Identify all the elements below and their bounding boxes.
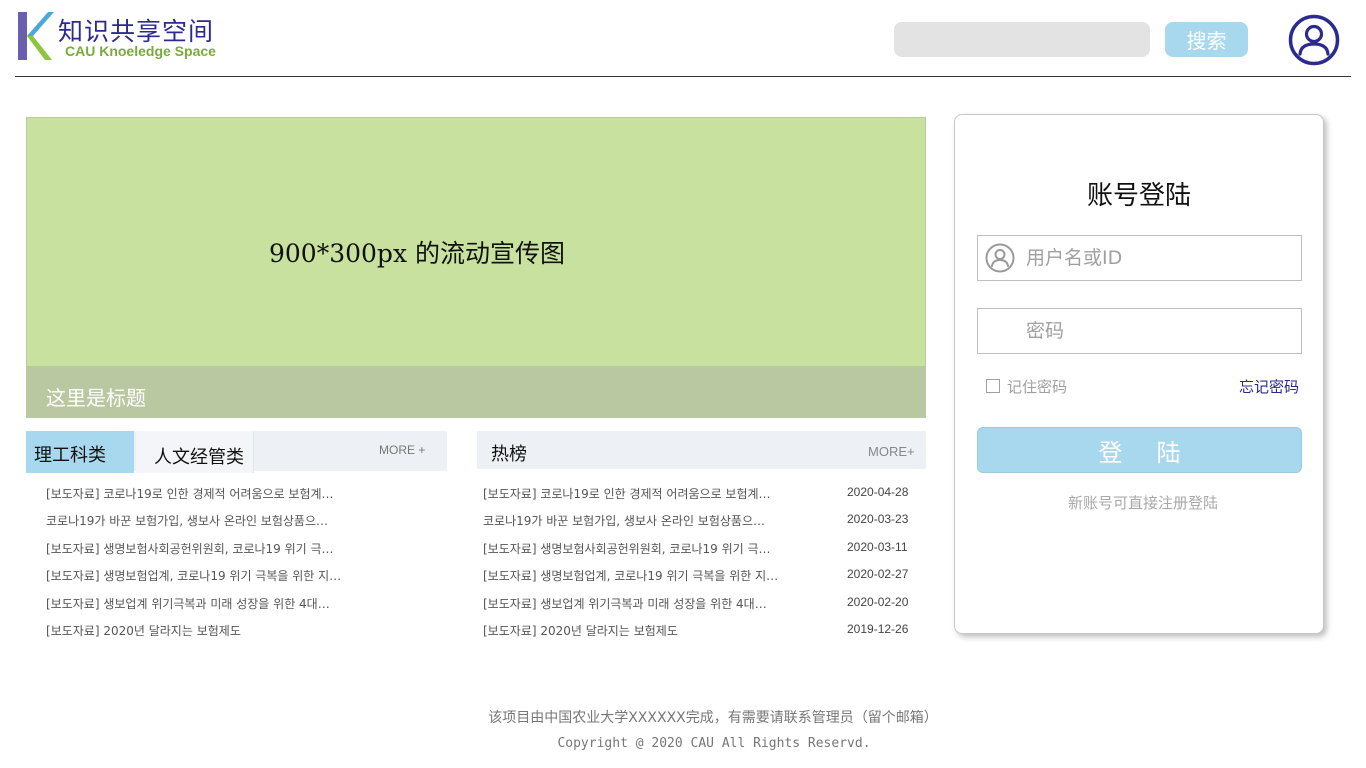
site-logo[interactable]: 知识共享空间 CAU Knoeledge Space [18,10,218,62]
list-item-date: 2020-02-20 [847,594,909,609]
list-item-title: [보도자료] 2020년 달라지는 보험제도 [46,623,241,638]
user-circle-icon[interactable] [1288,14,1340,66]
list-item[interactable]: 코로나19가 바꾼 보험가입, 생보사 온라인 보험상품으… 2020-03-23 [477,512,926,539]
forgot-password-link[interactable]: 忘记密码 [1239,376,1299,397]
list-item-title: [보도자료] 생명보험업계, 코로나19 위기 극복을 위한 지… [483,569,779,584]
category-panel: 理工科类 人文经管类 MORE + [보도자료] 코로나19로 인한 경제적 어… [26,431,447,638]
hot-list: [보도자료] 코로나19로 인한 경제적 어려움으로 보험계… 2020-04-2… [477,485,926,649]
tab-humanities[interactable]: 人文经管类 [136,431,254,473]
list-item-title: 코로나19가 바꾼 보험가입, 생보사 온라인 보험상품으… [483,514,765,529]
list-item[interactable]: [보도자료] 2020년 달라지는 보험제도 [26,622,447,649]
k-logo-icon [18,12,54,60]
search-button[interactable]: 搜索 [1165,22,1248,57]
hot-list-title: 热榜 [491,444,527,465]
list-item-title: [보도자료] 생보업계 위기극복과 미래 성장을 위한 4대… [483,596,767,611]
register-hint: 新账号可直接注册登陆 [1067,494,1218,512]
category-more-link[interactable]: MORE + [379,443,425,457]
list-item-title: [보도자료] 생명보험사회공헌위원회, 코로나19 위기 극… [483,541,771,556]
username-input[interactable] [1026,236,1296,280]
list-item-title: [보도자료] 2020년 달라지는 보험제도 [483,623,678,638]
promo-banner[interactable]: 900*300px 的流动宣传图 这里是标题 [26,117,926,418]
hot-more-link[interactable]: MORE+ [868,444,915,459]
list-item-date: 2020-04-28 [847,485,909,499]
hot-list-panel: 热榜 MORE+ [보도자료] 코로나19로 인한 경제적 어려움으로 보험계…… [477,431,926,638]
footer-note: 该项目由中国农业大学XXXXXX完成，有需要请联系管理员（留个邮箱） [488,710,938,726]
list-item-date: 2020-03-23 [847,512,909,527]
list-item-date: 2020-02-27 [847,567,909,582]
banner-placeholder-text: 900*300px 的流动宣传图 [269,239,565,268]
remember-label: 记住密码 [1007,378,1068,396]
logo-subtitle: CAU Knoeledge Space [65,43,216,59]
list-item-title: [보도자료] 코로나19로 인한 경제적 어려움으로 보험계… [46,487,334,501]
list-item-title: [보도자료] 생명보험업계, 코로나19 위기 극복을 위한 지… [46,569,342,584]
list-item-title: [보도자료] 생보업계 위기극복과 미래 성장을 위한 4대… [46,596,330,611]
list-item[interactable]: [보도자료] 생보업계 위기극복과 미래 성장을 위한 4대… [26,595,447,622]
password-field[interactable] [977,308,1302,354]
category-tabbar: 理工科类 人文经管类 MORE + [26,431,447,473]
list-item[interactable]: [보도자료] 코로나19로 인한 경제적 어려움으로 보험계… 2020-04-2… [477,485,926,512]
username-field[interactable] [977,235,1302,281]
list-item[interactable]: [보도자료] 생명보험사회공헌위원회, 코로나19 위기 극… 2020-03-1… [477,540,926,567]
list-item[interactable]: 코로나19가 바꾼 보험가입, 생보사 온라인 보험상품으… [26,512,447,539]
banner-caption: 这里是标题 [46,386,146,410]
list-item-date: 2020-03-11 [847,539,908,554]
footer-copyright: Copyright @ 2020 CAU All Rights Reservd. [557,736,871,751]
list-item-title: [보도자료] 생명보험사회공헌위원회, 코로나19 위기 극… [46,541,334,556]
banner-caption-bar: 这里是标题 [27,366,925,417]
category-list: [보도자료] 코로나19로 인한 경제적 어려움으로 보험계… 코로나19가 바… [26,485,447,649]
remember-checkbox[interactable] [986,379,1000,393]
list-item-date: 2019-12-26 [847,621,909,636]
list-item[interactable]: [보도자료] 생보업계 위기극복과 미래 성장을 위한 4대… 2020-02-2… [477,595,926,622]
site-header: 知识共享空间 CAU Knoeledge Space 搜索 [15,0,1351,77]
login-card: 账号登陆 记住密码 忘记密码 登陆 新账号可直接注册登陆 [954,114,1324,634]
password-input[interactable] [1026,309,1296,353]
tab-science[interactable]: 理工科类 [26,431,134,473]
list-item-title: [보도자료] 코로나19로 인한 경제적 어려움으로 보험계… [483,487,771,501]
list-item[interactable]: [보도자료] 2020년 달라지는 보험제도 2019-12-26 [477,622,926,649]
list-item[interactable]: [보도자료] 생명보험사회공헌위원회, 코로나19 위기 극… [26,540,447,567]
login-button[interactable]: 登陆 [977,427,1302,473]
list-item-title: 코로나19가 바꾼 보험가입, 생보사 온라인 보험상품으… [46,514,328,529]
user-circle-icon [985,243,1015,273]
list-item[interactable]: [보도자료] 생명보험업계, 코로나19 위기 극복을 위한 지… 2020-02… [477,567,926,594]
remember-password[interactable]: 记住密码 [986,376,1067,397]
hot-list-header: 热榜 MORE+ [477,431,926,469]
search-input[interactable] [894,22,1150,57]
login-title: 账号登陆 [1086,181,1191,211]
list-item[interactable]: [보도자료] 코로나19로 인한 경제적 어려움으로 보험계… [26,485,447,512]
list-item[interactable]: [보도자료] 생명보험업계, 코로나19 위기 극복을 위한 지… [26,567,447,594]
